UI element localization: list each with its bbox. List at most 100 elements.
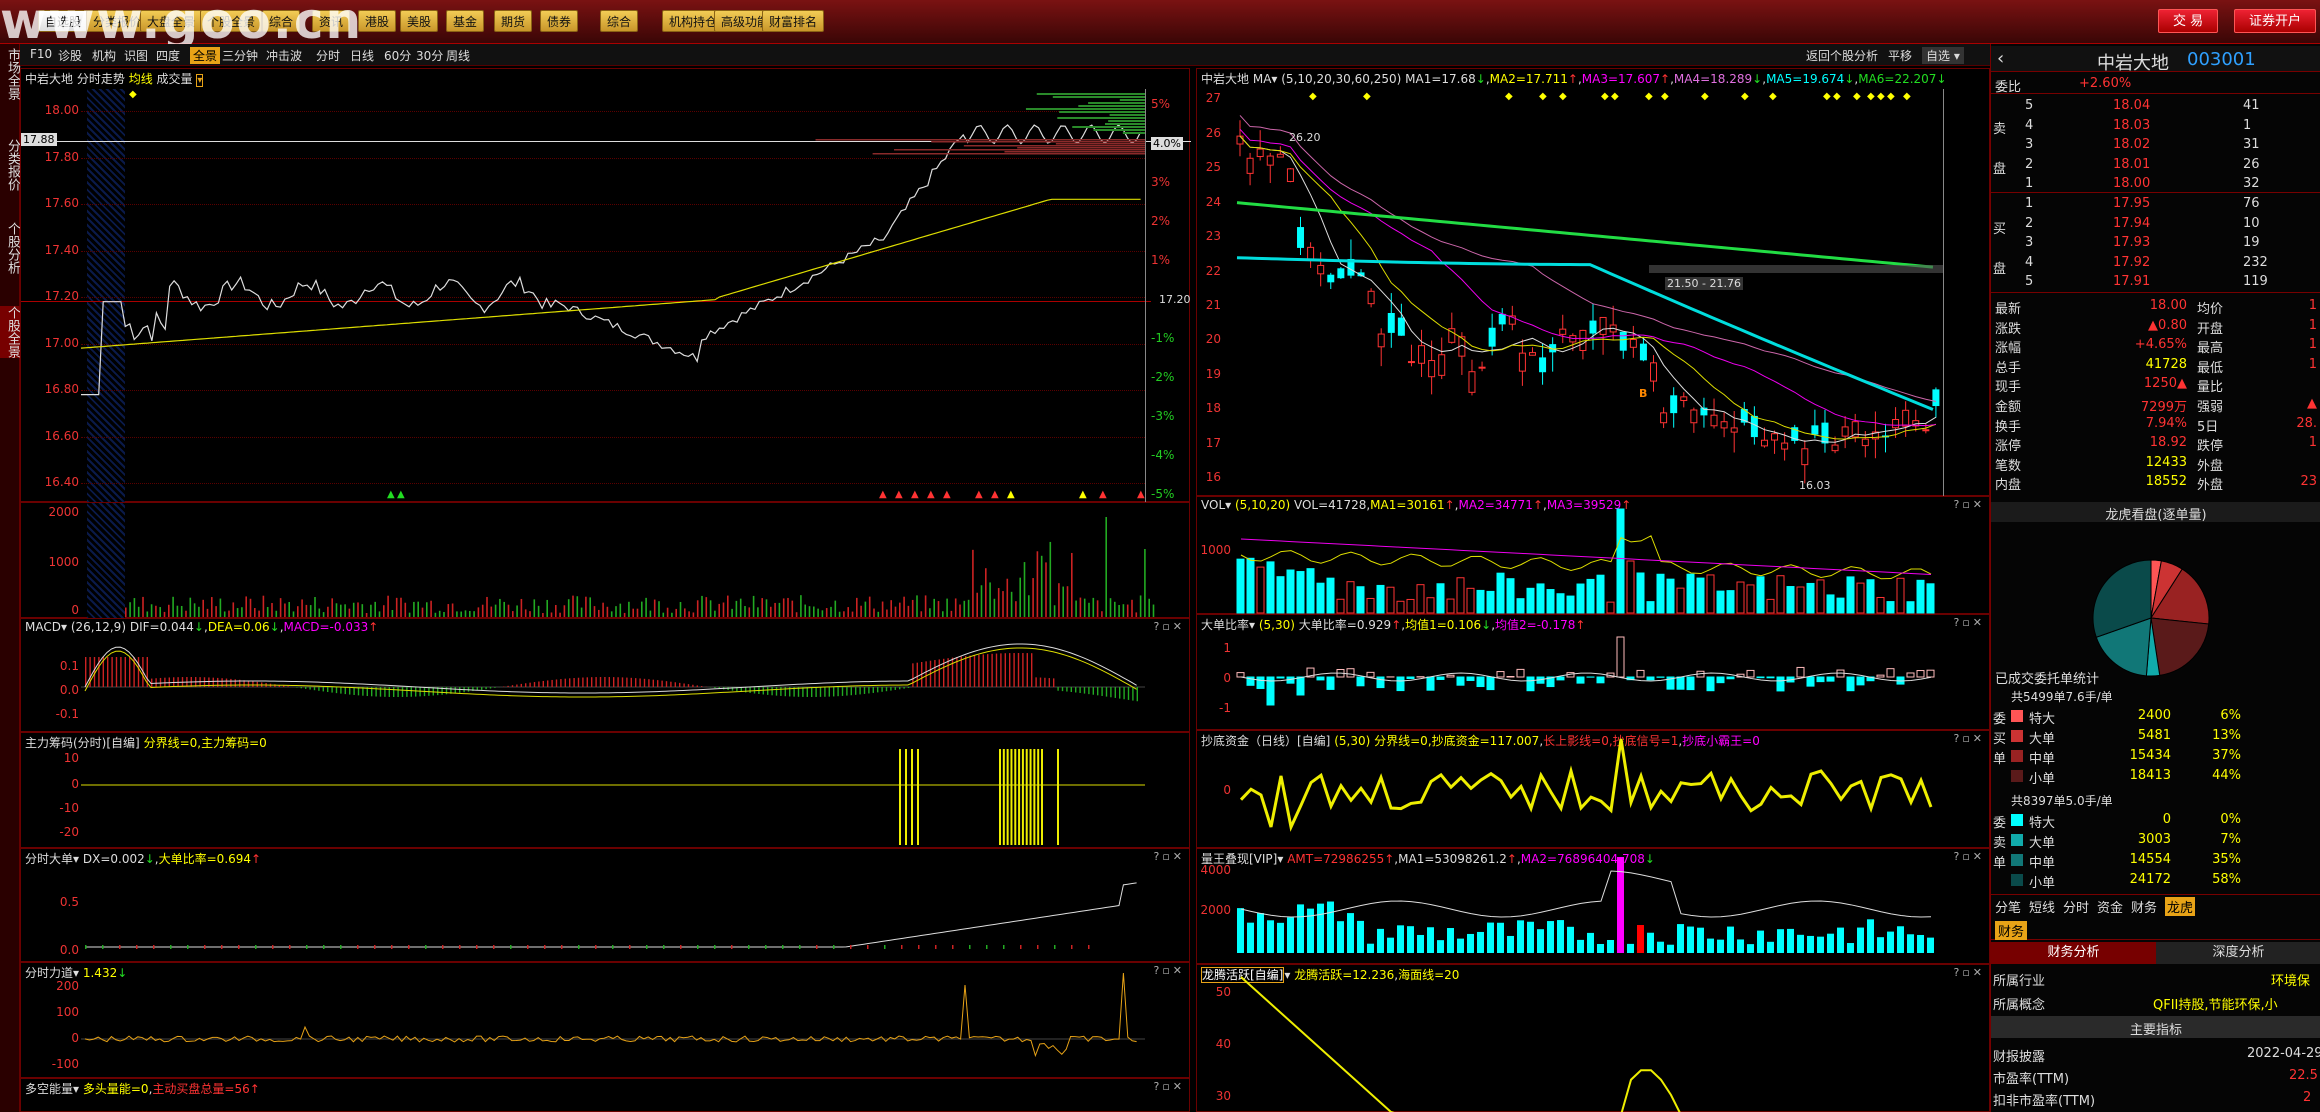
toolbar-item-7[interactable]: 冲击波: [266, 47, 302, 64]
deep-analysis-tab[interactable]: 深度分析: [2156, 942, 2320, 964]
left-nav-market[interactable]: 市场全景: [0, 48, 20, 100]
stat-label: 最高: [2197, 341, 2224, 357]
candle-body: [1488, 327, 1496, 347]
vk-bar: [1577, 939, 1584, 953]
macd-bar: [1004, 653, 1006, 687]
toolbar-item-10[interactable]: 60分: [384, 47, 411, 64]
volume-bar: [163, 611, 166, 617]
vk-bar: [1527, 921, 1534, 953]
macd-bar: [296, 687, 298, 688]
big-order-bar: [85, 945, 87, 949]
sell-row[interactable]: 5 18.04 41: [1991, 96, 2320, 115]
macd-bar: [551, 679, 553, 687]
range-label: 21.50 - 21.76: [1665, 277, 1743, 290]
vk-bar: [1787, 928, 1794, 953]
buy-volume: 232: [2243, 254, 2268, 270]
kvol-bar: [1666, 578, 1675, 614]
open-account-button[interactable]: 证券开户: [2234, 9, 2317, 33]
macd-bar: [1110, 687, 1112, 698]
sell-row[interactable]: 4 18.03 1: [1991, 116, 2320, 135]
toolbar-item-1[interactable]: 诊股: [58, 47, 82, 64]
sell-row[interactable]: 2 18.01 26: [1991, 155, 2320, 174]
toolbar-item-11[interactable]: 30分: [416, 47, 443, 64]
macd-bar: [560, 679, 562, 687]
menu-item-6[interactable]: 港股: [358, 10, 397, 32]
toolbar-item-12[interactable]: 周线: [446, 47, 470, 64]
back-arrow-icon[interactable]: ‹: [1997, 48, 2004, 69]
volume-bar: [456, 611, 458, 617]
watchlist-dropdown[interactable]: 自选 ▾: [1922, 47, 1964, 64]
kvol-bar: [1446, 598, 1455, 614]
toolbar-item-3[interactable]: 识图: [124, 47, 148, 64]
intraday-chart-panel[interactable]: 中岩大地 分时走势 均线 成交量 ▾ 18.00 17.80 17.60 17.40 1…: [20, 68, 1191, 503]
kvol-bar: [1386, 586, 1395, 614]
buy-row[interactable]: 3 17.93 19: [1991, 233, 2320, 252]
sell-level: 1: [2025, 176, 2034, 192]
legend-swatch: [2011, 814, 2023, 826]
buy-row[interactable]: 5 17.91 119: [1991, 272, 2320, 291]
volume-bar: [426, 602, 428, 617]
volume-bar: [563, 605, 566, 617]
divider: [1991, 93, 2320, 94]
sidebar-tab-1[interactable]: 短线: [2029, 897, 2055, 916]
volume-bar: [963, 600, 966, 617]
left-nav-category[interactable]: 分类报价: [0, 139, 20, 191]
candle-body: [1387, 313, 1395, 333]
buy-row[interactable]: 2 17.94 10: [1991, 214, 2320, 233]
volume-bar: [770, 606, 772, 617]
kline-panel[interactable]: 中岩大地 MA▾ (5,10,20,30,60,250) MA1=17.68↓,…: [1196, 68, 1990, 497]
finance-analysis-tab[interactable]: 财务分析: [1991, 942, 2156, 964]
menu-item-8[interactable]: 基金: [446, 10, 485, 32]
macd-plot: [81, 643, 1145, 702]
toolbar-item-0[interactable]: F10: [30, 47, 52, 61]
vk-bar: [1477, 931, 1484, 953]
energy-name[interactable]: 多空能量: [25, 1082, 73, 1096]
finance-tab[interactable]: 财务: [1995, 921, 2028, 940]
pan-button[interactable]: 平移: [1888, 47, 1912, 64]
sidebar-tab-3[interactable]: 资金: [2097, 897, 2123, 916]
big-order-bar: [646, 945, 648, 949]
toolbar-item-6[interactable]: 三分钟: [222, 47, 258, 64]
toolbar-item-5[interactable]: 全景: [190, 47, 221, 64]
back-to-analysis-link[interactable]: 返回个股分析: [1806, 47, 1878, 64]
menu-item-10[interactable]: 债券: [540, 10, 579, 32]
sidebar-tab-0[interactable]: 分笔: [1995, 897, 2021, 916]
toolbar-item-8[interactable]: 分时: [316, 47, 340, 64]
volume-bar: [890, 600, 892, 617]
ratio-bar: [1356, 676, 1365, 687]
low-label: 16.03: [1799, 479, 1831, 492]
toolbar-item-4[interactable]: 四度: [156, 47, 180, 64]
sidebar-tab-2[interactable]: 分时: [2063, 897, 2089, 916]
trade-button[interactable]: 交 易: [2158, 9, 2219, 33]
menu-item-14[interactable]: 财富排名: [762, 10, 825, 32]
macd-bar: [129, 657, 131, 687]
high-label: 26.20: [1289, 131, 1321, 144]
macd-bar: [410, 687, 412, 697]
vk-bar: [1377, 928, 1384, 953]
menu-item-9[interactable]: 期货: [494, 10, 533, 32]
sell-total-row: 共8397单5.0手/单: [1991, 790, 2320, 809]
macd-bar: [1053, 678, 1055, 687]
stat-label: 强弱: [2197, 400, 2224, 415]
menu-item-11[interactable]: 综合: [600, 10, 639, 32]
volume-bar: [125, 607, 127, 617]
macd-bar: [313, 687, 316, 691]
left-nav-panorama[interactable]: 个股全景: [0, 306, 20, 358]
toolbar-item-2[interactable]: 机构: [92, 47, 116, 64]
sell-row[interactable]: 3 18.02 31: [1991, 135, 2320, 154]
big-order-bar: [527, 945, 529, 949]
left-nav-analysis[interactable]: 个股分析: [0, 222, 20, 274]
menu-item-7[interactable]: 美股: [400, 10, 439, 32]
buy-row[interactable]: 4 17.92 232: [1991, 253, 2320, 272]
sidebar-tab-4[interactable]: 财务: [2131, 897, 2157, 916]
panel-controls[interactable]: ?▫✕: [1153, 1080, 1185, 1093]
kvol-bar: [1336, 598, 1345, 614]
weibi-value: +2.60%: [2079, 76, 2132, 91]
sidebar-tab-5[interactable]: 龙虎: [2165, 897, 2196, 916]
buy-row[interactable]: 1 17.95 76: [1991, 194, 2320, 213]
volume-bar: [473, 611, 475, 617]
volume-bar: [1010, 591, 1013, 617]
sell-row[interactable]: 1 18.00 32: [1991, 174, 2320, 193]
toolbar-item-9[interactable]: 日线: [350, 47, 374, 64]
sell_rows-row: 特大 0 0% 委: [1991, 810, 2320, 831]
